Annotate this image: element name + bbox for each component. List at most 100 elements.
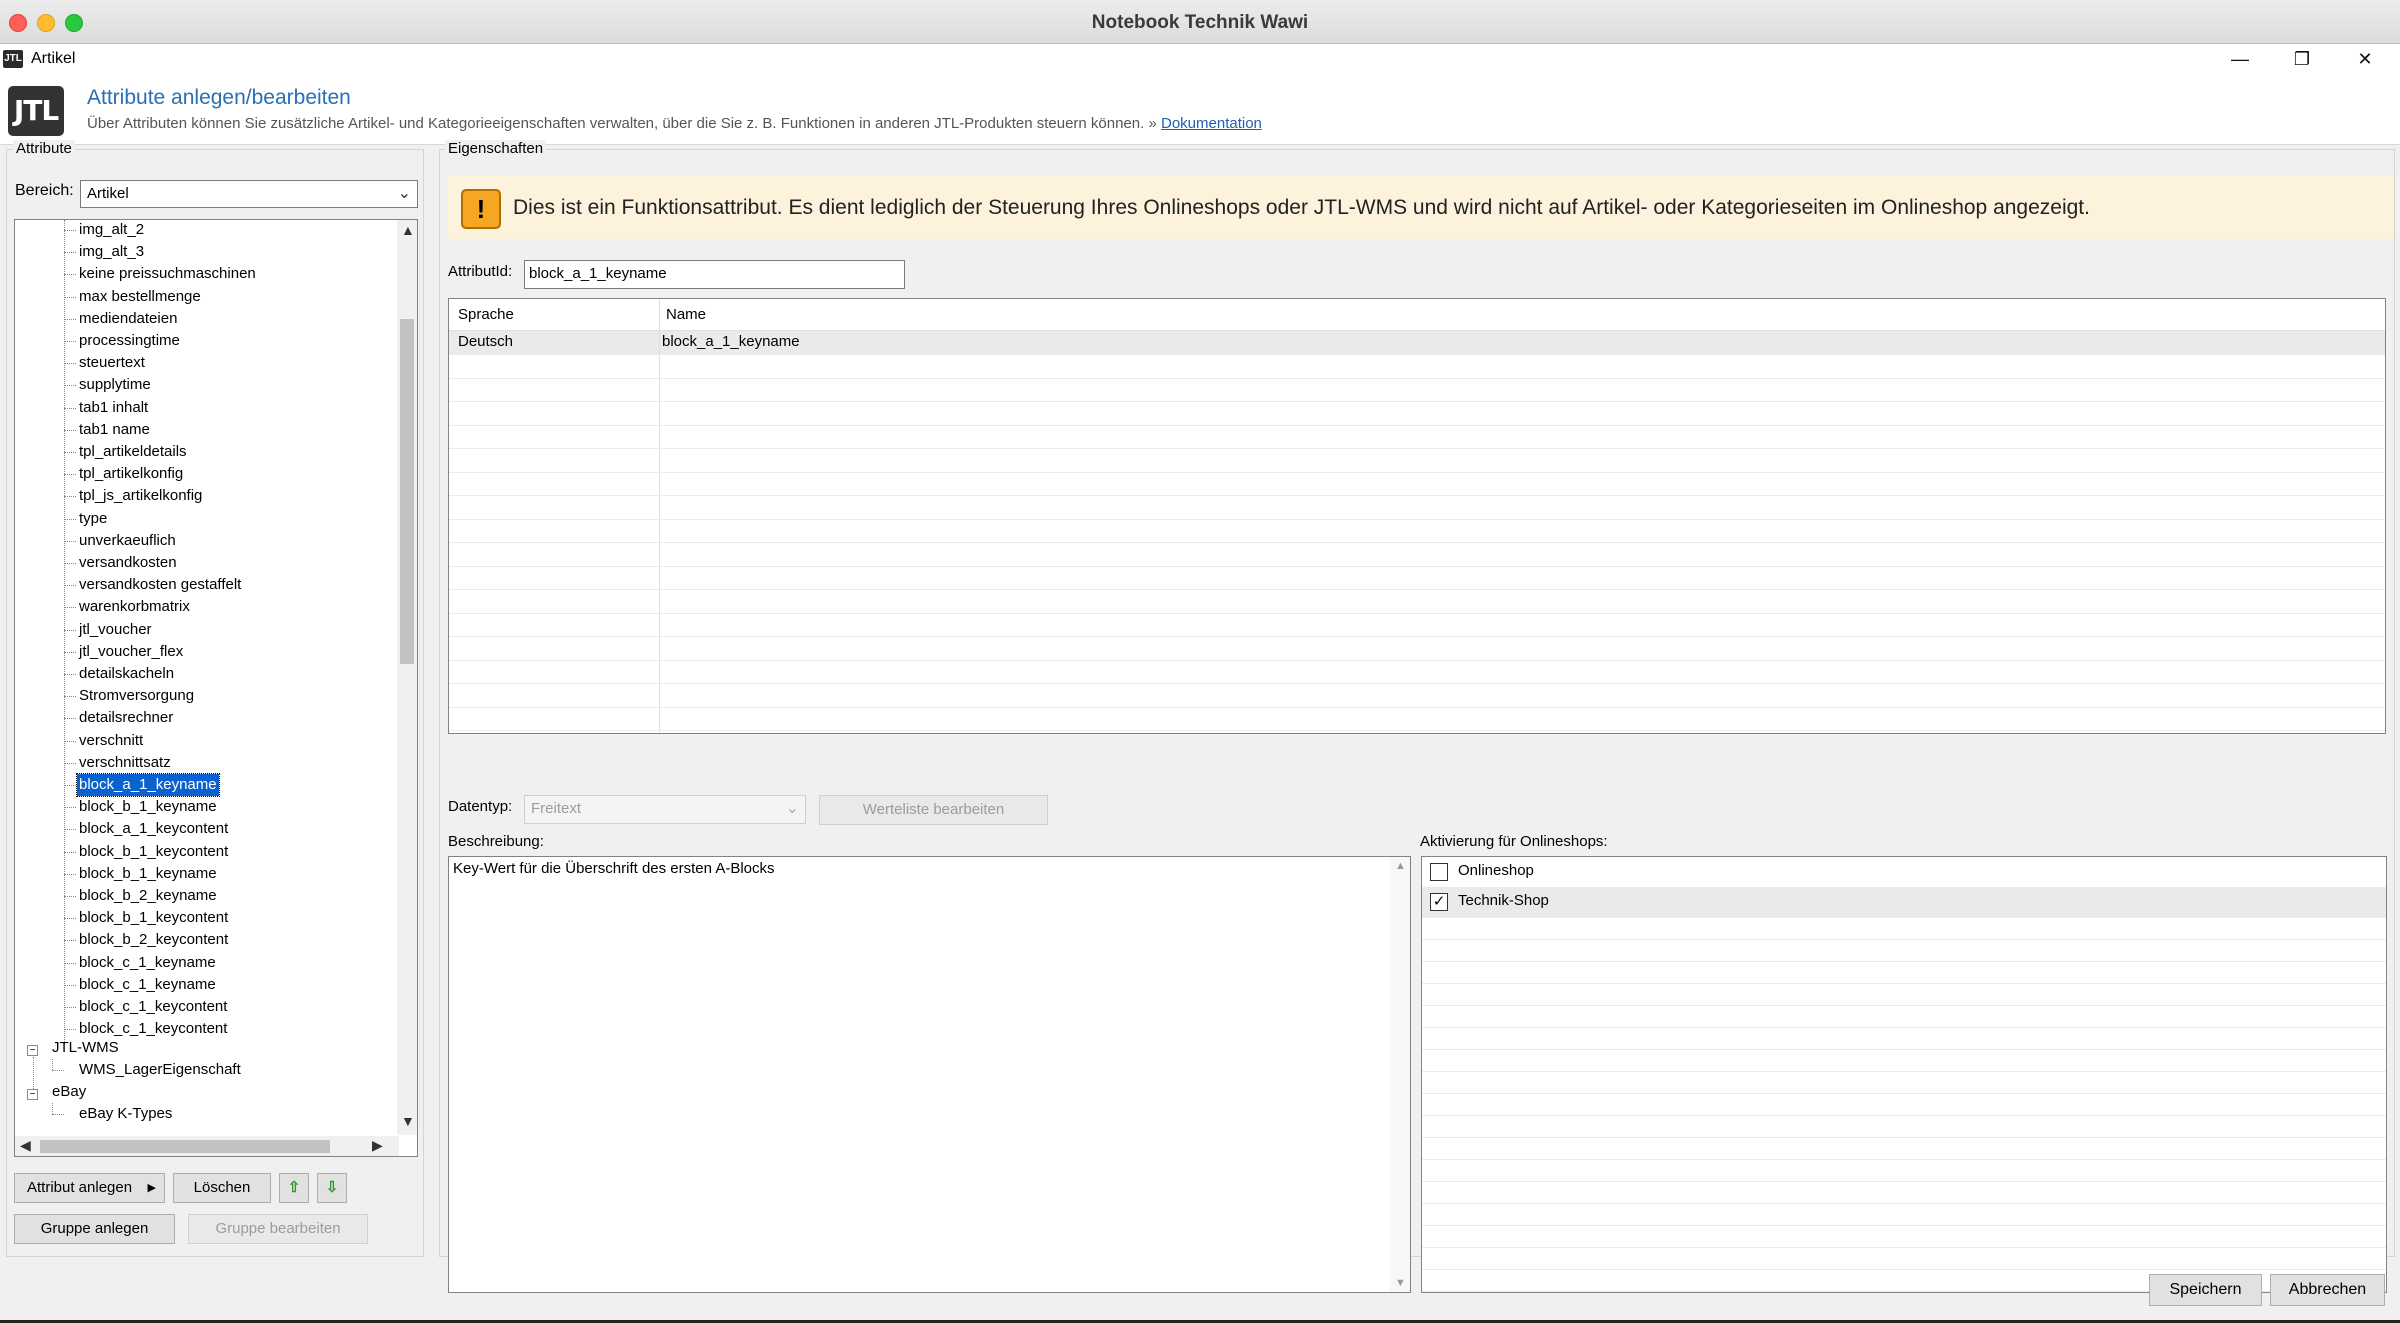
tree-item[interactable]: warenkorbmatrix [79, 596, 190, 618]
scroll-up-icon[interactable]: ▲ [401, 222, 415, 238]
minimize-icon[interactable]: — [2220, 46, 2260, 72]
tree-item[interactable]: steuertext [79, 352, 145, 374]
collapse-icon[interactable]: − [27, 1089, 38, 1100]
shop-row-onlineshop[interactable]: Onlineshop [1422, 857, 2386, 887]
column-header-sprache[interactable]: Sprache [458, 304, 514, 326]
close-icon[interactable]: ✕ [2345, 46, 2385, 72]
speichern-button[interactable]: Speichern [2149, 1274, 2262, 1306]
attribut-anlegen-button[interactable]: Attribut anlegen ▶ [14, 1173, 165, 1203]
list-row-line [1422, 1027, 2386, 1028]
scroll-down-icon[interactable]: ▼ [1395, 1277, 1406, 1289]
tree-item[interactable]: tpl_artikeldetails [79, 441, 187, 463]
tree-item[interactable]: verschnittsatz [79, 752, 171, 774]
tree-item[interactable]: jtl_voucher [79, 619, 152, 641]
tree-guide-line [52, 1059, 53, 1070]
tree-item[interactable]: img_alt_3 [79, 241, 144, 263]
restore-icon[interactable]: ❐ [2282, 46, 2322, 72]
tree-item-wms-lagereigenschaft[interactable]: WMS_LagerEigenschaft [79, 1059, 241, 1081]
tree-item[interactable]: type [79, 508, 107, 530]
grid-row-line [449, 612, 2385, 614]
tree-item[interactable]: block_b_2_keycontent [79, 929, 228, 951]
tree-item[interactable]: detailsrechner [79, 707, 173, 729]
list-row-line [1422, 1049, 2386, 1050]
gruppe-bearbeiten-button[interactable]: Gruppe bearbeiten [188, 1214, 368, 1244]
cell-sprache[interactable]: Deutsch [458, 331, 513, 353]
collapse-icon[interactable]: − [27, 1045, 38, 1056]
tree-item[interactable]: block_b_1_keyname [79, 796, 217, 818]
scroll-right-icon[interactable]: ▶ [372, 1137, 383, 1154]
tree-guide-line [52, 1114, 64, 1115]
tree-item[interactable]: tab1 name [79, 419, 150, 441]
attribut-id-input[interactable]: block_a_1_keyname [524, 260, 905, 289]
tree-guide-line [64, 540, 76, 542]
tree-item[interactable]: block_b_1_keycontent [79, 841, 228, 863]
tree-item[interactable]: tpl_artikelkonfig [79, 463, 183, 485]
textarea-scrollbar[interactable]: ▲ ▼ [1390, 857, 1410, 1292]
tree-item[interactable]: Stromversorgung [79, 685, 194, 707]
tree-item[interactable]: max bestellmenge [79, 286, 201, 308]
move-down-icon[interactable]: ⇩ [317, 1173, 347, 1203]
tree-group-ebay[interactable]: eBay [52, 1081, 86, 1103]
technik-shop-checkbox[interactable]: ✓ [1430, 893, 1448, 911]
scrollbar-thumb[interactable] [400, 319, 414, 664]
grid-row-line [449, 518, 2385, 520]
tree-item[interactable]: mediendateien [79, 308, 177, 330]
tree-item[interactable]: verschnitt [79, 730, 143, 752]
tree-item-ebay-k-types[interactable]: eBay K-Types [79, 1103, 172, 1125]
list-row-line [1422, 1269, 2386, 1270]
warning-text: Dies ist ein Funktionsattribut. Es dient… [513, 196, 2090, 219]
tree-item[interactable]: block_b_1_keyname [79, 863, 217, 885]
onlineshop-checkbox[interactable] [1430, 863, 1448, 881]
move-up-icon[interactable]: ⇧ [279, 1173, 309, 1203]
eigenschaften-group-label: Eigenschaften [445, 140, 547, 157]
tree-item[interactable]: block_c_1_keyname [79, 974, 216, 996]
tree-item[interactable]: jtl_voucher_flex [79, 641, 183, 663]
tree-item[interactable]: processingtime [79, 330, 180, 352]
scroll-up-icon[interactable]: ▲ [1395, 860, 1406, 872]
tree-item[interactable]: tab1 inhalt [79, 397, 148, 419]
bereich-select[interactable]: Artikel ⌄ [80, 180, 418, 208]
grid-row-line [449, 636, 2385, 637]
tree-item[interactable]: block_b_1_keycontent [79, 907, 228, 929]
shop-row-technik-shop[interactable]: ✓ Technik-Shop [1422, 887, 2386, 917]
shop-name: Technik-Shop [1458, 892, 1549, 909]
scroll-left-icon[interactable]: ◀ [20, 1137, 31, 1154]
tree-item[interactable]: block_a_1_keyname [76, 773, 220, 797]
tree-item[interactable]: versandkosten [79, 552, 177, 574]
tree-group-jtl-wms[interactable]: JTL-WMS [52, 1037, 119, 1059]
scroll-down-icon[interactable]: ▼ [401, 1113, 415, 1129]
werteliste-bearbeiten-button[interactable]: Werteliste bearbeiten [819, 795, 1048, 825]
tree-guide-line [64, 252, 76, 254]
tree-item[interactable]: versandkosten gestaffelt [79, 574, 241, 596]
caret-right-icon: ▶ [147, 1182, 156, 1194]
list-row-line [1422, 1005, 2386, 1006]
tree-guide-line [64, 851, 76, 853]
gruppe-anlegen-button[interactable]: Gruppe anlegen [14, 1214, 175, 1244]
tree-horizontal-scrollbar[interactable]: ◀ ▶ [15, 1136, 399, 1156]
tree-item[interactable]: unverkaeuflich [79, 530, 176, 552]
grid-row-line [449, 424, 2385, 426]
column-header-name[interactable]: Name [666, 304, 706, 326]
loeschen-button[interactable]: Löschen [173, 1173, 271, 1203]
tree-item[interactable]: block_a_1_keycontent [79, 818, 228, 840]
tree-item[interactable]: supplytime [79, 374, 151, 396]
tree-item[interactable]: keine preissuchmaschinen [79, 263, 256, 285]
tree-guide-line [64, 762, 76, 764]
attribute-tree[interactable]: img_alt_2 img_alt_3 keine preissuchmaschin… [14, 219, 418, 1157]
tree-item[interactable]: tpl_js_artikelkonfig [79, 485, 202, 507]
tree-item[interactable]: img_alt_2 [79, 220, 144, 241]
tree-item[interactable]: block_b_2_keyname [79, 885, 217, 907]
beschreibung-textarea[interactable]: Key-Wert für die Überschrift des ersten … [448, 856, 1411, 1293]
tree-guide-line [64, 318, 76, 320]
tree-item[interactable]: block_c_1_keycontent [79, 996, 227, 1018]
tree-item[interactable]: block_c_1_keyname [79, 952, 216, 974]
tree-item[interactable]: detailskacheln [79, 663, 174, 685]
list-row-line [1422, 1093, 2386, 1094]
datentyp-select[interactable]: Freitext ⌄ [524, 795, 806, 824]
tree-guide-line [64, 696, 76, 698]
cell-name[interactable]: block_a_1_keyname [662, 331, 800, 353]
abbrechen-button[interactable]: Abbrechen [2270, 1274, 2385, 1306]
documentation-link[interactable]: Dokumentation [1161, 115, 1262, 132]
scrollbar-thumb[interactable] [40, 1140, 330, 1153]
tree-vertical-scrollbar[interactable]: ▲ ▼ [397, 220, 417, 1135]
